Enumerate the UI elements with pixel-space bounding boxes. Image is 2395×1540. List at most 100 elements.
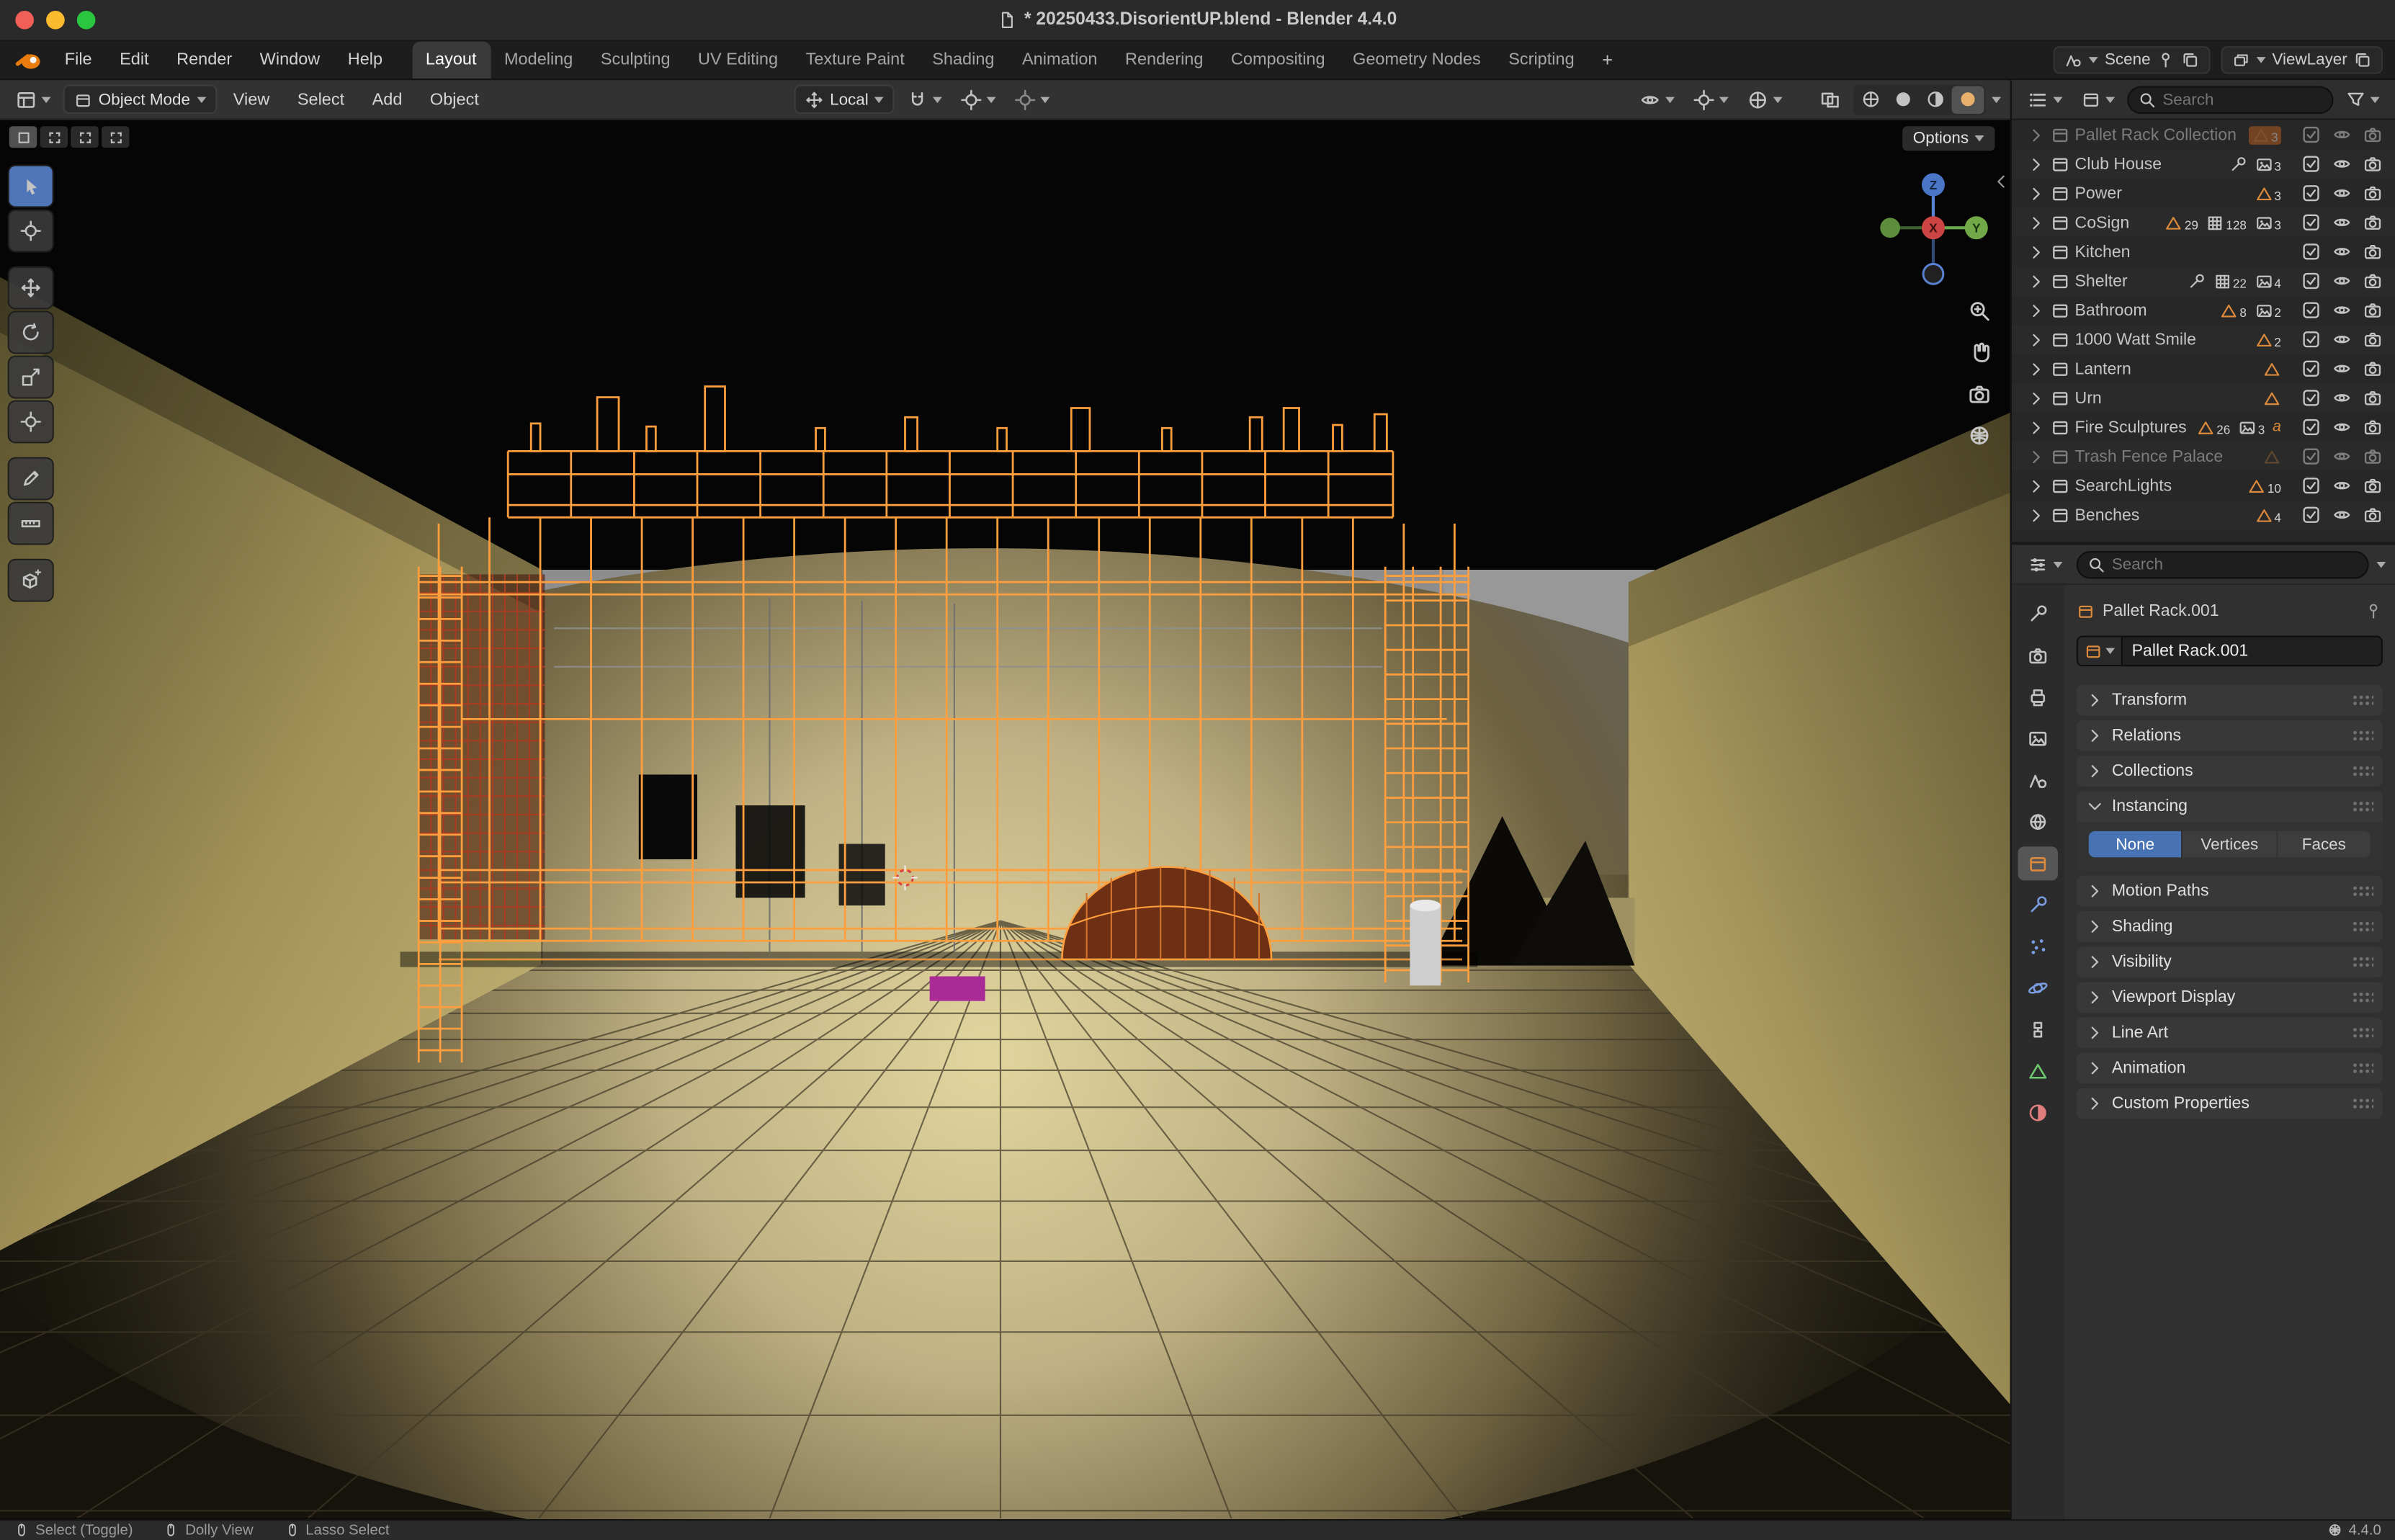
render-camera-icon[interactable] bbox=[2363, 300, 2383, 321]
hide-eye-icon[interactable] bbox=[2332, 183, 2352, 203]
snap-toggle[interactable] bbox=[901, 89, 949, 110]
tab-scripting[interactable]: Scripting bbox=[1495, 42, 1588, 79]
hide-eye-icon[interactable] bbox=[2332, 241, 2352, 261]
copy-view-layer-icon[interactable] bbox=[2353, 51, 2372, 70]
object-browse-button[interactable] bbox=[2077, 636, 2121, 667]
hide-eye-icon[interactable] bbox=[2332, 388, 2352, 408]
tab-shading[interactable]: Shading bbox=[918, 42, 1008, 79]
properties-editor-type-button[interactable] bbox=[2021, 553, 2069, 575]
copy-scene-icon[interactable] bbox=[2181, 51, 2200, 70]
pin-icon[interactable] bbox=[2157, 51, 2175, 70]
exclude-checkbox-icon[interactable] bbox=[2301, 447, 2322, 467]
ortho-grid-icon[interactable] bbox=[1967, 424, 1992, 448]
panel-custom-properties[interactable]: Custom Properties bbox=[2077, 1088, 2383, 1119]
hide-eye-icon[interactable] bbox=[2332, 154, 2352, 174]
outliner-filter-button[interactable] bbox=[2340, 89, 2386, 109]
properties-options-chevron[interactable] bbox=[2376, 561, 2386, 568]
panel-grip-icon[interactable] bbox=[2352, 1026, 2373, 1039]
snap-target-dropdown[interactable] bbox=[954, 89, 1002, 110]
panel-grip-icon[interactable] bbox=[2352, 765, 2373, 777]
props-tab-particles[interactable] bbox=[2018, 930, 2058, 964]
gizmo-x-neg-axis[interactable] bbox=[1880, 218, 1900, 238]
render-camera-icon[interactable] bbox=[2363, 154, 2383, 174]
view-menu[interactable]: View bbox=[223, 90, 280, 109]
blender-logo[interactable] bbox=[0, 42, 51, 79]
object-menu[interactable]: Object bbox=[419, 90, 490, 109]
hide-eye-icon[interactable] bbox=[2332, 271, 2352, 291]
select-subtract-button[interactable] bbox=[71, 126, 98, 148]
exclude-checkbox-icon[interactable] bbox=[2301, 241, 2322, 261]
props-tab-object[interactable] bbox=[2018, 846, 2058, 880]
outliner-row-fire-sculptures[interactable]: Fire Sculptures 26 3 a bbox=[2012, 413, 2395, 442]
add-menu[interactable]: Add bbox=[362, 90, 413, 109]
render-camera-icon[interactable] bbox=[2363, 447, 2383, 467]
purple-object[interactable] bbox=[930, 976, 985, 1000]
overlays-dropdown[interactable] bbox=[1741, 89, 1789, 110]
menu-file[interactable]: File bbox=[51, 42, 106, 79]
tab-texture-paint[interactable]: Texture Paint bbox=[792, 42, 918, 79]
options-button[interactable]: Options bbox=[1902, 126, 1995, 151]
expand-icon[interactable] bbox=[2027, 418, 2046, 437]
exclude-checkbox-icon[interactable] bbox=[2301, 329, 2322, 349]
expand-icon[interactable] bbox=[2027, 213, 2046, 232]
shading-options-chevron[interactable] bbox=[1992, 97, 2001, 103]
props-tab-data[interactable] bbox=[2018, 1055, 2058, 1088]
expand-icon[interactable] bbox=[2027, 272, 2046, 290]
pan-hand-icon[interactable] bbox=[1967, 340, 1992, 364]
render-camera-icon[interactable] bbox=[2363, 417, 2383, 437]
collection-name[interactable]: Fire Sculptures bbox=[2075, 418, 2187, 437]
object-name-input[interactable] bbox=[2121, 636, 2383, 667]
menu-render[interactable]: Render bbox=[163, 42, 246, 79]
pin-icon[interactable] bbox=[2364, 602, 2383, 621]
zoom-button[interactable] bbox=[77, 11, 96, 30]
menu-help[interactable]: Help bbox=[334, 42, 397, 79]
panel-grip-icon[interactable] bbox=[2352, 730, 2373, 742]
props-tab-tool[interactable] bbox=[2018, 597, 2058, 631]
select-extend-button[interactable] bbox=[40, 126, 68, 148]
panel-collapse-icon[interactable] bbox=[1992, 172, 2010, 191]
hide-eye-icon[interactable] bbox=[2332, 475, 2352, 496]
outliner-row-urn[interactable]: Urn bbox=[2012, 383, 2395, 413]
panel-grip-icon[interactable] bbox=[2352, 991, 2373, 1003]
collection-name[interactable]: Urn bbox=[2075, 389, 2102, 408]
close-button[interactable] bbox=[15, 11, 34, 30]
panel-grip-icon[interactable] bbox=[2352, 885, 2373, 897]
exclude-checkbox-icon[interactable] bbox=[2301, 183, 2322, 203]
render-camera-icon[interactable] bbox=[2363, 241, 2383, 261]
minimize-button[interactable] bbox=[46, 11, 65, 30]
exclude-checkbox-icon[interactable] bbox=[2301, 154, 2322, 174]
collection-name[interactable]: SearchLights bbox=[2075, 476, 2172, 495]
outliner-row-shelter[interactable]: Shelter 22 4 bbox=[2012, 267, 2395, 296]
breadcrumb-object-name[interactable]: Pallet Rack.001 bbox=[2103, 602, 2219, 621]
tab-compositing[interactable]: Compositing bbox=[1217, 42, 1339, 79]
tool-annotate[interactable] bbox=[9, 459, 53, 499]
properties-search[interactable] bbox=[2077, 550, 2369, 578]
collection-name[interactable]: Bathroom bbox=[2075, 301, 2147, 320]
panel-relations[interactable]: Relations bbox=[2077, 720, 2383, 751]
hide-eye-icon[interactable] bbox=[2332, 212, 2352, 233]
collection-name[interactable]: Pallet Rack Collection bbox=[2075, 125, 2237, 144]
expand-icon[interactable] bbox=[2027, 476, 2046, 495]
hide-eye-icon[interactable] bbox=[2332, 125, 2352, 145]
render-camera-icon[interactable] bbox=[2363, 125, 2383, 145]
hide-eye-icon[interactable] bbox=[2332, 300, 2352, 321]
collection-name[interactable]: Lantern bbox=[2075, 359, 2131, 378]
props-tab-world[interactable] bbox=[2018, 805, 2058, 839]
props-tab-view-layer[interactable] bbox=[2018, 722, 2058, 756]
panel-line-art[interactable]: Line Art bbox=[2077, 1017, 2383, 1048]
expand-icon[interactable] bbox=[2027, 155, 2046, 174]
outliner-editor-type-button[interactable] bbox=[2021, 89, 2069, 110]
instancing-vertices-button[interactable]: Vertices bbox=[2183, 831, 2276, 857]
outliner-display-mode[interactable] bbox=[2075, 89, 2121, 109]
collection-name[interactable]: Shelter bbox=[2075, 272, 2128, 290]
expand-icon[interactable] bbox=[2027, 243, 2046, 261]
collection-name[interactable]: Club House bbox=[2075, 155, 2162, 174]
exclude-checkbox-icon[interactable] bbox=[2301, 388, 2322, 408]
expand-icon[interactable] bbox=[2027, 330, 2046, 349]
panel-grip-icon[interactable] bbox=[2352, 921, 2373, 933]
props-tab-modifiers[interactable] bbox=[2018, 888, 2058, 922]
hide-eye-icon[interactable] bbox=[2332, 447, 2352, 467]
panel-instancing[interactable]: Instancing bbox=[2077, 791, 2383, 822]
expand-icon[interactable] bbox=[2027, 301, 2046, 320]
props-tab-scene[interactable] bbox=[2018, 764, 2058, 797]
